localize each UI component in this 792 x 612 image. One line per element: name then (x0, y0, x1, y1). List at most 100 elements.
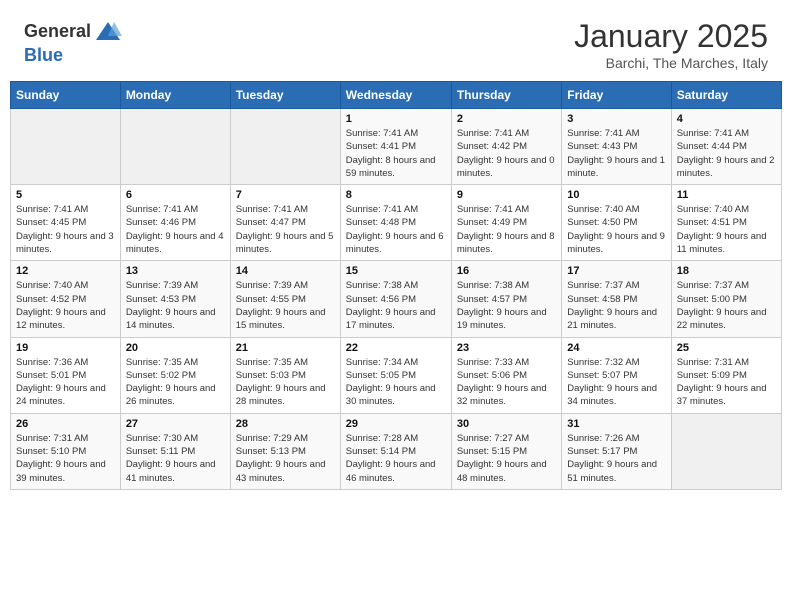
day-number: 26 (16, 418, 115, 430)
logo-text-general: General (24, 22, 91, 42)
day-info: Sunrise: 7:40 AM Sunset: 4:52 PM Dayligh… (16, 279, 115, 332)
month-title: January 2025 (574, 18, 768, 55)
day-number: 15 (346, 265, 446, 277)
day-info: Sunrise: 7:41 AM Sunset: 4:44 PM Dayligh… (677, 127, 776, 180)
day-info: Sunrise: 7:41 AM Sunset: 4:45 PM Dayligh… (16, 203, 115, 256)
calendar-cell: 19 Sunrise: 7:36 AM Sunset: 5:01 PM Dayli… (11, 337, 121, 413)
page-header: General Blue January 2025 Barchi, The Ma… (0, 0, 792, 81)
day-number: 19 (16, 342, 115, 354)
calendar-cell: 2 Sunrise: 7:41 AM Sunset: 4:42 PM Daylig… (451, 109, 561, 185)
day-number: 29 (346, 418, 446, 430)
calendar-cell: 27Sunrise: 7:30 AM Sunset: 5:11 PM Dayli… (120, 413, 230, 489)
calendar-cell: 10 Sunrise: 7:40 AM Sunset: 4:50 PM Dayli… (562, 185, 671, 261)
day-number: 5 (16, 189, 115, 201)
day-info: Sunrise: 7:37 AM Sunset: 5:00 PM Dayligh… (677, 279, 776, 332)
day-info: Sunrise: 7:40 AM Sunset: 4:51 PM Dayligh… (677, 203, 776, 256)
day-number: 2 (457, 113, 556, 125)
day-info: Sunrise: 7:34 AM Sunset: 5:05 PM Dayligh… (346, 356, 446, 409)
day-info: Sunrise: 7:41 AM Sunset: 4:42 PM Dayligh… (457, 127, 556, 180)
calendar-cell: 12 Sunrise: 7:40 AM Sunset: 4:52 PM Dayli… (11, 261, 121, 337)
logo: General Blue (24, 18, 122, 66)
day-of-week-header: Tuesday (230, 82, 340, 109)
day-info: Sunrise: 7:26 AM Sunset: 5:17 PM Dayligh… (567, 432, 665, 485)
calendar-header: SundayMondayTuesdayWednesdayThursdayFrid… (11, 82, 782, 109)
day-of-week-header: Saturday (671, 82, 781, 109)
day-info: Sunrise: 7:39 AM Sunset: 4:55 PM Dayligh… (236, 279, 335, 332)
day-number: 28 (236, 418, 335, 430)
calendar-cell: 5 Sunrise: 7:41 AM Sunset: 4:45 PM Daylig… (11, 185, 121, 261)
calendar-cell: 13 Sunrise: 7:39 AM Sunset: 4:53 PM Dayli… (120, 261, 230, 337)
day-number: 12 (16, 265, 115, 277)
calendar-cell: 1 Sunrise: 7:41 AM Sunset: 4:41 PM Daylig… (340, 109, 451, 185)
day-info: Sunrise: 7:35 AM Sunset: 5:02 PM Dayligh… (126, 356, 225, 409)
day-info: Sunrise: 7:41 AM Sunset: 4:48 PM Dayligh… (346, 203, 446, 256)
day-number: 10 (567, 189, 665, 201)
day-info: Sunrise: 7:37 AM Sunset: 4:58 PM Dayligh… (567, 279, 665, 332)
day-number: 22 (346, 342, 446, 354)
day-number: 14 (236, 265, 335, 277)
day-number: 21 (236, 342, 335, 354)
day-info: Sunrise: 7:41 AM Sunset: 4:41 PM Dayligh… (346, 127, 446, 180)
day-number: 24 (567, 342, 665, 354)
day-number: 23 (457, 342, 556, 354)
day-number: 3 (567, 113, 665, 125)
day-number: 18 (677, 265, 776, 277)
title-area: January 2025 Barchi, The Marches, Italy (574, 18, 768, 71)
day-info: Sunrise: 7:36 AM Sunset: 5:01 PM Dayligh… (16, 356, 115, 409)
calendar-cell: 26 Sunrise: 7:31 AM Sunset: 5:10 PM Dayli… (11, 413, 121, 489)
day-of-week-header: Monday (120, 82, 230, 109)
day-info: Sunrise: 7:32 AM Sunset: 5:07 PM Dayligh… (567, 356, 665, 409)
day-number: 11 (677, 189, 776, 201)
calendar-cell: 17 Sunrise: 7:37 AM Sunset: 4:58 PM Dayli… (562, 261, 671, 337)
calendar-cell: 31 Sunrise: 7:26 AM Sunset: 5:17 PM Dayli… (562, 413, 671, 489)
day-info: Sunrise: 7:31 AM Sunset: 5:10 PM Dayligh… (16, 432, 115, 485)
calendar-cell: 3Sunrise: 7:41 AM Sunset: 4:43 PM Daylig… (562, 109, 671, 185)
day-info: Sunrise: 7:31 AM Sunset: 5:09 PM Dayligh… (677, 356, 776, 409)
day-number: 9 (457, 189, 556, 201)
day-info: Sunrise: 7:27 AM Sunset: 5:15 PM Dayligh… (457, 432, 556, 485)
calendar-cell: 25Sunrise: 7:31 AM Sunset: 5:09 PM Dayli… (671, 337, 781, 413)
day-number: 1 (346, 113, 446, 125)
calendar-cell: 15Sunrise: 7:38 AM Sunset: 4:56 PM Dayli… (340, 261, 451, 337)
calendar-cell: 28 Sunrise: 7:29 AM Sunset: 5:13 PM Dayli… (230, 413, 340, 489)
day-number: 17 (567, 265, 665, 277)
day-number: 13 (126, 265, 225, 277)
calendar-cell: 8Sunrise: 7:41 AM Sunset: 4:48 PM Daylig… (340, 185, 451, 261)
calendar-cell: 30 Sunrise: 7:27 AM Sunset: 5:15 PM Dayli… (451, 413, 561, 489)
day-info: Sunrise: 7:41 AM Sunset: 4:46 PM Dayligh… (126, 203, 225, 256)
calendar-cell (230, 109, 340, 185)
day-number: 20 (126, 342, 225, 354)
day-of-week-header: Sunday (11, 82, 121, 109)
calendar-cell (120, 109, 230, 185)
calendar-cell: 21 Sunrise: 7:35 AM Sunset: 5:03 PM Dayli… (230, 337, 340, 413)
calendar-table: SundayMondayTuesdayWednesdayThursdayFrid… (10, 81, 782, 490)
day-info: Sunrise: 7:39 AM Sunset: 4:53 PM Dayligh… (126, 279, 225, 332)
day-number: 30 (457, 418, 556, 430)
calendar-cell (671, 413, 781, 489)
calendar-cell (11, 109, 121, 185)
calendar-cell: 11 Sunrise: 7:40 AM Sunset: 4:51 PM Dayli… (671, 185, 781, 261)
calendar-wrapper: SundayMondayTuesdayWednesdayThursdayFrid… (0, 81, 792, 500)
calendar-cell: 18 Sunrise: 7:37 AM Sunset: 5:00 PM Dayli… (671, 261, 781, 337)
day-number: 4 (677, 113, 776, 125)
location-title: Barchi, The Marches, Italy (574, 55, 768, 71)
logo-text-blue: Blue (24, 46, 122, 66)
calendar-cell: 24 Sunrise: 7:32 AM Sunset: 5:07 PM Dayli… (562, 337, 671, 413)
day-number: 31 (567, 418, 665, 430)
calendar-cell: 20 Sunrise: 7:35 AM Sunset: 5:02 PM Dayli… (120, 337, 230, 413)
day-of-week-header: Friday (562, 82, 671, 109)
calendar-cell: 29Sunrise: 7:28 AM Sunset: 5:14 PM Dayli… (340, 413, 451, 489)
calendar-cell: 22 Sunrise: 7:34 AM Sunset: 5:05 PM Dayli… (340, 337, 451, 413)
day-info: Sunrise: 7:40 AM Sunset: 4:50 PM Dayligh… (567, 203, 665, 256)
day-info: Sunrise: 7:29 AM Sunset: 5:13 PM Dayligh… (236, 432, 335, 485)
logo-icon (94, 18, 122, 46)
calendar-cell: 16Sunrise: 7:38 AM Sunset: 4:57 PM Dayli… (451, 261, 561, 337)
day-number: 6 (126, 189, 225, 201)
day-number: 16 (457, 265, 556, 277)
day-of-week-header: Wednesday (340, 82, 451, 109)
calendar-cell: 9Sunrise: 7:41 AM Sunset: 4:49 PM Daylig… (451, 185, 561, 261)
calendar-cell: 6 Sunrise: 7:41 AM Sunset: 4:46 PM Daylig… (120, 185, 230, 261)
day-info: Sunrise: 7:35 AM Sunset: 5:03 PM Dayligh… (236, 356, 335, 409)
day-info: Sunrise: 7:41 AM Sunset: 4:47 PM Dayligh… (236, 203, 335, 256)
calendar-cell: 4 Sunrise: 7:41 AM Sunset: 4:44 PM Daylig… (671, 109, 781, 185)
